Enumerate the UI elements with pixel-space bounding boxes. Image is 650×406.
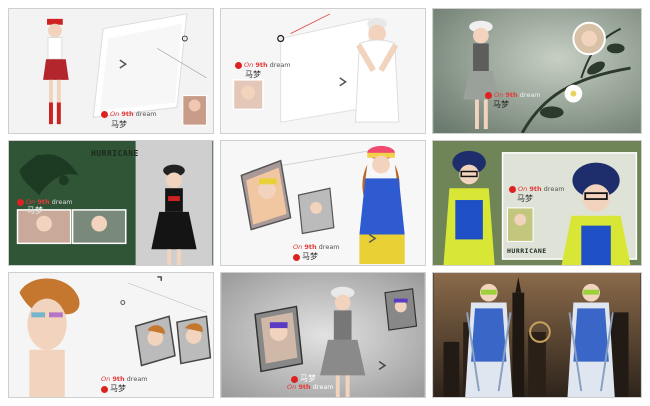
logo-badge-icon: [235, 61, 242, 69]
caption-cn-2: 马梦: [245, 70, 261, 79]
caption-en-6: On 9th dream: [509, 185, 565, 193]
logo-badge-icon: [293, 253, 300, 261]
caption-en-5: On 9th dream: [293, 243, 340, 251]
template-gallery: On 9th dream 马梦 On 9th dream 马梦 On 9th d…: [0, 0, 650, 406]
thumbnail-2[interactable]: On 9th dream 马梦: [220, 8, 426, 134]
caption-cn-3: 马梦: [493, 100, 509, 109]
logo-badge-icon: [291, 375, 298, 383]
caption-cn-8: 马梦: [291, 373, 316, 384]
thumbnail-3[interactable]: On 9th dream 马梦: [432, 8, 642, 134]
logo-badge-icon: [509, 185, 516, 193]
caption-cn-5: 马梦: [293, 251, 318, 262]
caption-cn-1: 马梦: [111, 120, 127, 129]
thumbnail-9[interactable]: [432, 272, 642, 398]
thumbnail-7[interactable]: On 9th dream 马梦: [8, 272, 214, 398]
thumbnail-8-art: [221, 273, 425, 397]
caption-en-1: On 9th dream: [101, 110, 157, 118]
thumbnail-4[interactable]: HURRICANE On 9th dream 马梦: [8, 140, 214, 266]
hurricane-subtitle: HURRICANE: [507, 247, 547, 255]
thumbnail-grid: On 9th dream 马梦 On 9th dream 马梦 On 9th d…: [8, 8, 642, 398]
logo-badge-icon: [485, 91, 492, 99]
logo-badge-icon: [101, 110, 108, 118]
caption-en-3: On 9th dream: [485, 91, 541, 99]
caption-en-8: On 9th dream: [287, 383, 334, 391]
thumbnail-5[interactable]: On 9th dream 马梦: [220, 140, 426, 266]
caption-en-2: On 9th dream: [235, 61, 291, 69]
thumbnail-6[interactable]: On 9th dream 马梦 HURRICANE: [432, 140, 642, 266]
thumbnail-3-art: [433, 9, 641, 133]
caption-cn-7: 马梦: [101, 383, 126, 394]
hurricane-title: HURRICANE: [91, 149, 139, 158]
caption-en-4: On 9th dream: [17, 198, 73, 206]
thumbnail-8[interactable]: On 9th dream 马梦: [220, 272, 426, 398]
logo-badge-icon: [17, 198, 24, 206]
thumbnail-9-art: [433, 273, 641, 397]
logo-badge-icon: [101, 385, 108, 393]
caption-cn-6: 马梦: [517, 194, 533, 203]
caption-cn-4: 马梦: [27, 206, 43, 215]
caption-en-7: On 9th dream: [101, 375, 148, 383]
thumbnail-1[interactable]: On 9th dream 马梦: [8, 8, 214, 134]
